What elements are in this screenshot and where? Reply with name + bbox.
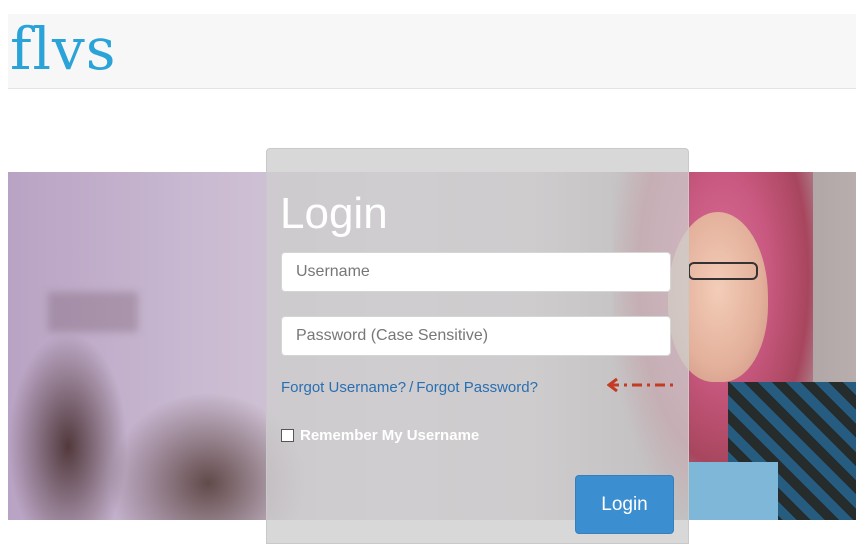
password-input[interactable]	[281, 316, 671, 356]
remember-label: Remember My Username	[300, 427, 480, 444]
forgot-password-link[interactable]: Forgot Password?	[416, 379, 538, 396]
login-panel: Login Forgot Username?/Forgot Password? …	[266, 148, 689, 544]
dashed-arrow-left-icon	[607, 377, 675, 393]
forgot-links: Forgot Username? / Forgot Password?	[281, 379, 538, 396]
remember-checkbox[interactable]	[281, 429, 294, 442]
login-title: Login	[280, 189, 388, 238]
login-button[interactable]: Login	[575, 475, 674, 534]
forgot-username-link[interactable]: Forgot Username?	[281, 379, 406, 396]
flvs-logo[interactable]: flvs	[10, 12, 117, 86]
remember-username-row[interactable]: Remember My Username	[281, 427, 479, 444]
site-header: flvs	[8, 14, 856, 89]
username-input[interactable]	[281, 252, 671, 292]
link-separator: /	[409, 379, 414, 396]
